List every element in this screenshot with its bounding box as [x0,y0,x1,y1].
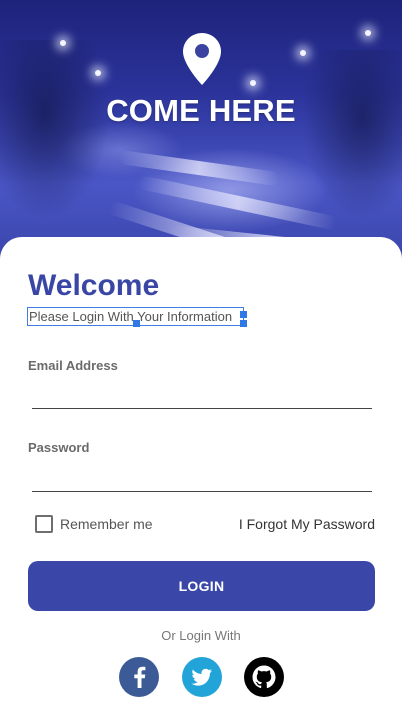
resize-handle[interactable] [240,320,247,327]
remember-me-checkbox[interactable] [35,515,53,533]
street-lamp [60,40,66,46]
street-lamp [250,80,256,86]
forgot-password-link[interactable]: I Forgot My Password [239,516,375,532]
location-pin-icon [183,33,221,85]
github-login-button[interactable] [244,657,284,697]
welcome-title: Welcome [28,269,160,302]
remember-me-row[interactable]: Remember me [35,515,153,533]
login-button[interactable]: LOGIN [28,561,375,611]
facebook-login-button[interactable] [119,657,159,697]
hero-trees-left [0,40,110,220]
brand-title: COME HERE [106,93,296,128]
resize-handle[interactable] [240,311,247,318]
email-label: Email Address [28,358,118,373]
remember-me-label: Remember me [60,516,153,532]
twitter-icon [191,668,212,686]
street-lamp [95,70,101,76]
resize-handle[interactable] [133,320,140,327]
street-lamp [365,30,371,36]
facebook-icon [134,666,146,688]
hero-trees-right [302,50,402,220]
street-lamp [300,50,306,56]
email-field[interactable] [32,379,372,409]
github-icon [252,665,276,689]
or-login-with-text: Or Login With [161,628,241,643]
password-field[interactable] [32,462,372,492]
hero-banner: COME HERE [0,0,402,262]
password-label: Password [28,440,90,455]
login-card: Welcome Please Login With Your Informati… [0,237,402,715]
twitter-login-button[interactable] [182,657,222,697]
